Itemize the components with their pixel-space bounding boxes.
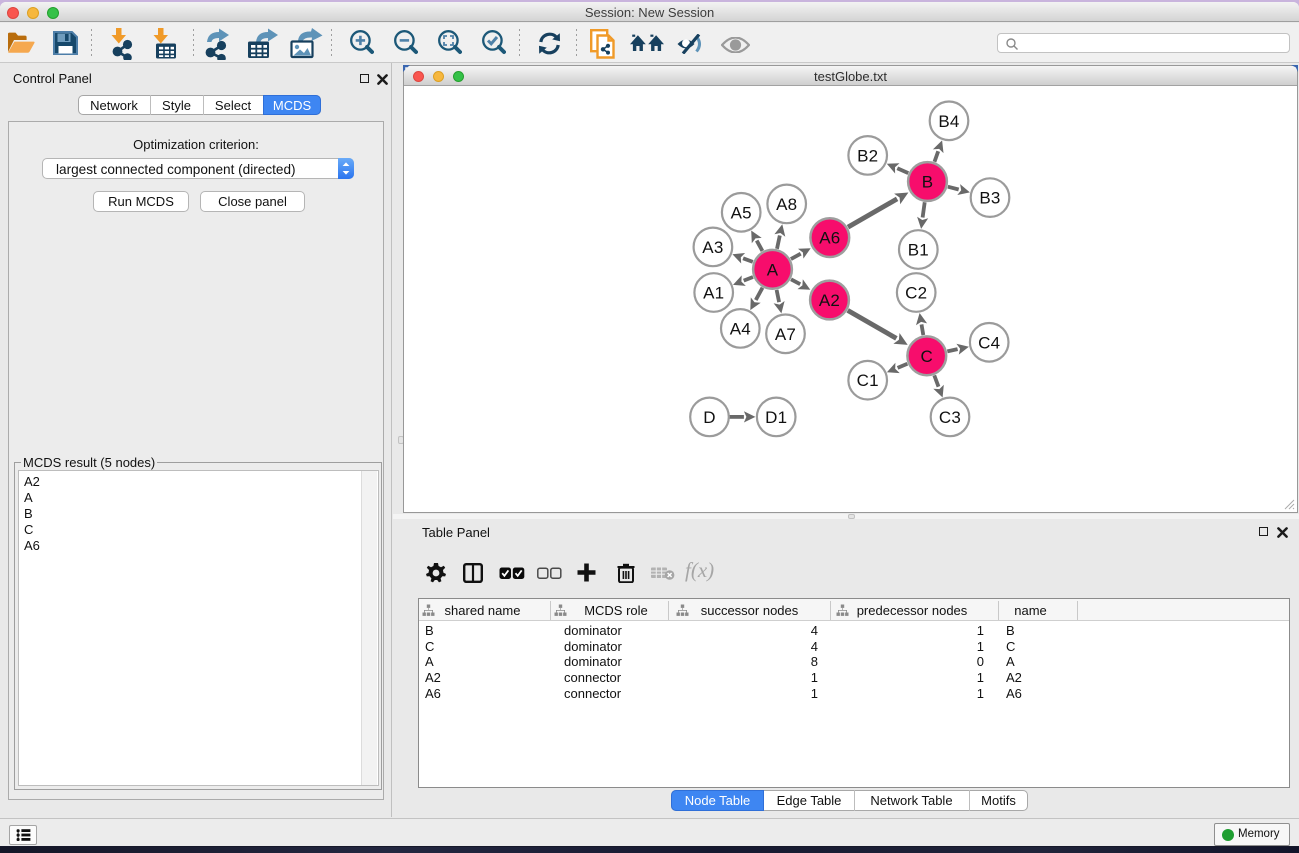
svg-text:D1: D1: [765, 408, 787, 427]
svg-text:A3: A3: [702, 238, 723, 257]
svg-text:C2: C2: [905, 284, 927, 303]
svg-text:C1: C1: [857, 371, 879, 390]
svg-text:C: C: [921, 347, 933, 366]
svg-text:B: B: [922, 173, 934, 192]
svg-text:D: D: [703, 408, 715, 427]
svg-text:A: A: [767, 260, 779, 279]
svg-text:A6: A6: [819, 229, 840, 248]
svg-text:B4: B4: [938, 112, 959, 131]
svg-text:C4: C4: [978, 333, 1000, 352]
svg-text:B2: B2: [857, 146, 878, 165]
svg-text:A8: A8: [776, 195, 797, 214]
svg-text:A4: A4: [730, 319, 751, 338]
svg-text:A7: A7: [775, 325, 796, 344]
svg-text:A1: A1: [703, 284, 724, 303]
svg-text:C3: C3: [939, 408, 961, 427]
svg-text:A2: A2: [819, 291, 840, 310]
svg-text:A5: A5: [731, 203, 752, 222]
svg-text:B1: B1: [908, 241, 929, 260]
svg-text:B3: B3: [979, 189, 1000, 208]
